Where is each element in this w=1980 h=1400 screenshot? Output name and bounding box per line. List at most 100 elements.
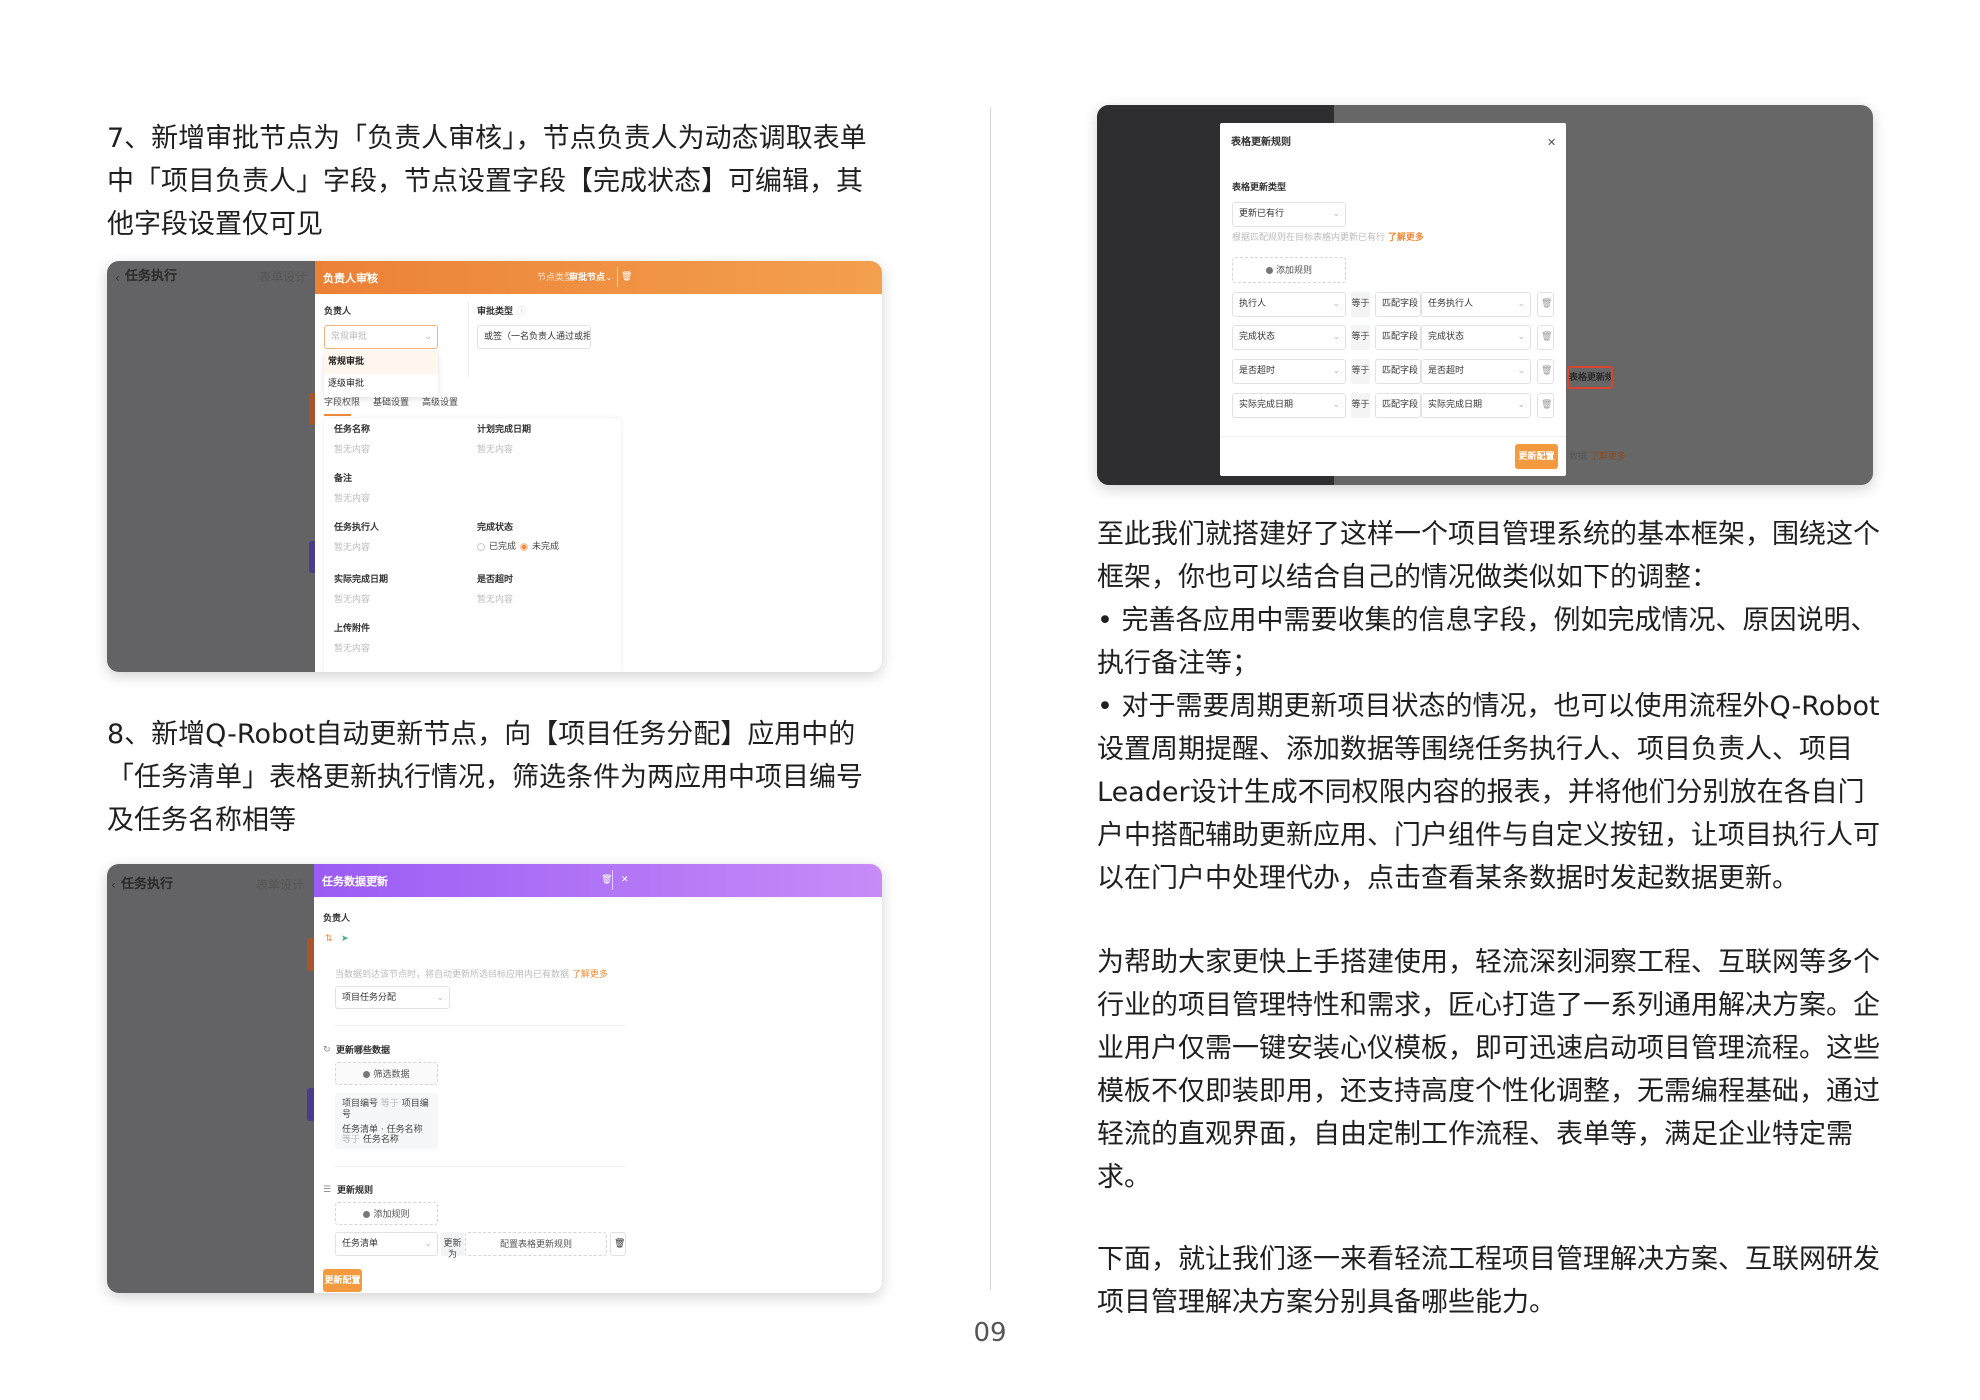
rule-mode-select[interactable]: 匹配字段 — [1375, 325, 1421, 350]
trash-icon[interactable]: 🗑 — [610, 1232, 626, 1256]
update-type-select[interactable]: 更新已有行 ⌄ — [1232, 202, 1346, 227]
owner-dropdown: 常规审批 逐级审批 — [324, 351, 438, 397]
bullet-item: • 对于需要周期更新项目状态的情况，也可以使用流程外Q-Robot设置周期提醒、… — [1097, 691, 1880, 894]
edit-icon[interactable]: ✎ — [365, 272, 373, 283]
trash-icon[interactable]: 🗑 — [1537, 393, 1554, 418]
chevron-down-icon: ⌄ — [1332, 209, 1340, 219]
field-label: 任务名称 — [334, 425, 371, 435]
rule-operator: 等于 — [1351, 292, 1370, 317]
field-value: 暂无内容 — [477, 595, 514, 605]
swap-icon[interactable]: ⇅ — [325, 934, 333, 945]
tab-advanced-settings[interactable]: 高级设置 — [422, 398, 458, 409]
rule-mode-select[interactable]: 匹配字段 — [1375, 393, 1421, 418]
chevron-down-icon: ⌄ — [1332, 366, 1340, 376]
refresh-icon: ↻ — [323, 1045, 331, 1055]
owner-option[interactable]: 常规审批 — [324, 351, 438, 374]
rule-mode-select[interactable]: 匹配字段 — [1375, 359, 1421, 384]
next-paragraph: 下面，就让我们逐一来看轻流工程项目管理解决方案、互联网研发项目管理解决方案分别具… — [1097, 1244, 1880, 1318]
table-update-rule-screenshot: 表格更新规则 数据 了解更多 表格更新规则 ✕ 表格更新类型 更新已有行⌄ 根据… — [1097, 105, 1873, 485]
rule-field-select[interactable]: 是否超时 ⌄ — [1232, 359, 1346, 384]
rule-field-select[interactable]: 完成状态 ⌄ — [1232, 325, 1346, 350]
owner-option[interactable]: 逐级审批 — [324, 374, 438, 395]
chevron-down-icon: ⌄ — [605, 273, 613, 283]
rule-value-select[interactable]: 完成状态 ⌄ — [1421, 325, 1531, 350]
trash-icon[interactable]: 🗑 — [1537, 325, 1554, 350]
chevron-down-icon: ⌄ — [1517, 332, 1525, 342]
form-design-tab: 表单设计 — [256, 878, 305, 892]
chevron-down-icon: ⌄ — [1332, 332, 1340, 342]
approval-node-screenshot: ‹ 任务执行 表单设计 负责人审核 ✎ 节点类型 审批节点 ⌄ 🗑 负责人 常规… — [107, 261, 882, 672]
owner-label: 负责人 — [323, 914, 351, 924]
field-label: 任务执行人 — [334, 523, 380, 533]
close-icon[interactable]: ✕ — [1547, 136, 1556, 149]
approval-type-label: 审批类型 — [477, 307, 514, 317]
field-value: 暂无内容 — [334, 543, 371, 553]
chevron-down-icon: ⌄ — [424, 332, 432, 342]
save-config-button[interactable]: 更新配置 — [323, 1269, 362, 1292]
update-type-label: 表格更新类型 — [1232, 183, 1287, 193]
radio-label: 未完成 — [532, 542, 560, 552]
help-icon[interactable]: ⓘ — [517, 307, 526, 318]
radio-label: 已完成 — [489, 542, 517, 552]
trash-icon[interactable]: 🗑 — [1537, 292, 1554, 317]
owner-select[interactable]: 常规审批 ⌄ — [324, 325, 438, 349]
column-divider — [990, 107, 991, 1290]
plus-circle-icon — [363, 1211, 371, 1218]
rule-table-select[interactable]: 任务清单 ⌄ — [335, 1232, 438, 1256]
chevron-down-icon: ⌄ — [1332, 299, 1340, 309]
tab-field-permissions[interactable]: 字段权限 — [324, 398, 360, 409]
tab-basic-settings[interactable]: 基础设置 — [373, 398, 409, 409]
save-config-button[interactable]: 更新配置 — [1515, 444, 1558, 469]
rule-field-select[interactable]: 实际完成日期 ⌄ — [1232, 393, 1346, 418]
form-design-tab: 表单设计 — [259, 270, 308, 284]
plus-circle-icon — [1265, 267, 1273, 274]
add-rule-button[interactable]: 添加规则 — [1232, 257, 1346, 283]
field-value: 暂无内容 — [334, 595, 371, 605]
node-type-label: 节点类型 — [537, 273, 574, 283]
step7-text: 7、新增审批节点为「负责人审核」，节点负责人为动态调取表单中「项目负责人」字段，… — [107, 123, 867, 240]
back-title: 任务执行 — [125, 269, 178, 284]
rule-value-select[interactable]: 任务执行人 ⌄ — [1421, 292, 1531, 317]
summary-intro: 至此我们就搭建好了这样一个项目管理系统的基本框架，围绕这个框架，你也可以结合自己… — [1097, 519, 1880, 593]
send-icon[interactable]: ➤ — [341, 934, 349, 945]
hint-text: 根据匹配规则在目标表格内更新已有行 了解更多 — [1232, 233, 1424, 243]
rule-operator: 等于 — [1351, 359, 1370, 384]
filter-conditions[interactable]: 项目编号 等于 项目编号 任务清单 · 任务名称 等于 任务名称 — [335, 1093, 438, 1149]
rule-value-select[interactable]: 是否超时 ⌄ — [1421, 359, 1531, 384]
learn-more-link[interactable]: 了解更多 — [1388, 233, 1424, 243]
table-update-rule-modal: 表格更新规则 ✕ 表格更新类型 更新已有行 ⌄ 根据匹配规则在目标表格内更新已有行… — [1220, 123, 1566, 476]
field-label: 是否超时 — [477, 575, 514, 585]
radio-done[interactable] — [477, 543, 485, 551]
condition: 项目编号 等于 项目编号 — [342, 1099, 429, 1120]
radio-undone-selected[interactable] — [520, 543, 528, 551]
add-rule-button[interactable]: 添加规则 — [335, 1202, 438, 1225]
target-app-select[interactable]: 项目任务分配 ⌄ — [335, 986, 450, 1009]
summary-section: 至此我们就搭建好了这样一个项目管理系统的基本框架，围绕这个框架，你也可以结合自己… — [1097, 513, 1889, 900]
trash-icon[interactable]: 🗑 — [1537, 359, 1554, 384]
field-label: 备注 — [334, 474, 353, 484]
chevron-down-icon: ⌄ — [1517, 400, 1525, 410]
close-icon[interactable]: ✕ — [621, 875, 629, 886]
rule-mode-select[interactable]: 匹配字段 — [1375, 292, 1421, 317]
trash-icon[interactable]: 🗑 — [601, 875, 612, 886]
field-label: 上传附件 — [334, 624, 371, 634]
field-value: 暂无内容 — [477, 445, 514, 455]
chevron-down-icon: ⌄ — [436, 993, 444, 1003]
table-update-rule-button[interactable]: 表格更新规则 — [1567, 366, 1613, 389]
node-kind-dropdown[interactable]: 审批节点 — [569, 273, 605, 284]
filter-data-button[interactable]: 筛选数据 — [335, 1062, 438, 1085]
config-rule-button[interactable]: 配置表格更新规则 — [465, 1232, 607, 1256]
node-config-panel: 任务数据更新 ✎ 🗑 ✕ 负责人 ⇅ ➤ 当数据到达该节点时，将自动更新所选目标… — [314, 864, 882, 1293]
rules-title: 更新规则 — [337, 1186, 374, 1196]
list-icon: ☰ — [323, 1185, 332, 1195]
rule-field-select[interactable]: 执行人 ⌄ — [1232, 292, 1346, 317]
trash-icon[interactable]: 🗑 — [621, 272, 632, 283]
learn-more-link[interactable]: 了解更多 — [572, 970, 608, 980]
edit-icon[interactable]: ✎ — [374, 875, 382, 886]
field-value: 暂无内容 — [334, 445, 371, 455]
owner-label: 负责人 — [324, 307, 352, 317]
approval-type-select[interactable]: 或签（一名负责人通过或拒绝即可） — [477, 325, 591, 349]
field-label: 完成状态 — [477, 523, 514, 533]
rule-value-select[interactable]: 实际完成日期 ⌄ — [1421, 393, 1531, 418]
panel-header: 负责人审核 ✎ 节点类型 审批节点 ⌄ 🗑 — [315, 261, 882, 294]
